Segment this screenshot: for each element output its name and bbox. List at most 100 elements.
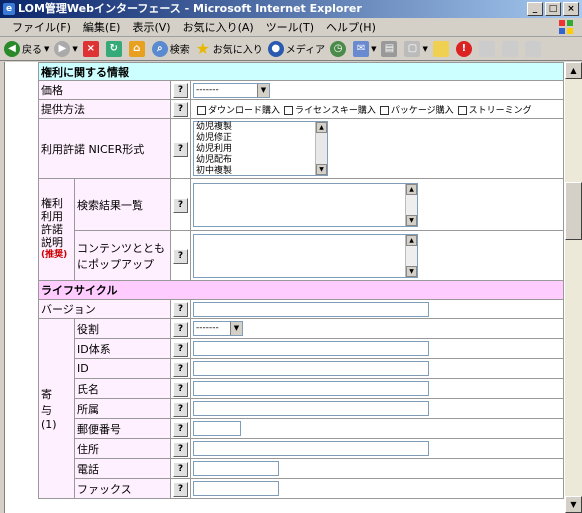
close-button[interactable]: × xyxy=(563,2,579,16)
method-streaming-checkbox[interactable] xyxy=(457,105,467,115)
scrollbar-thumb[interactable] xyxy=(565,182,582,240)
license-label: 利用許諾 NICER形式 xyxy=(38,118,171,179)
print-button[interactable]: ▤ xyxy=(381,39,399,59)
textarea-scrollbar[interactable]: ▲ ▼ xyxy=(405,183,417,226)
stop-button[interactable]: × xyxy=(82,39,101,59)
ie-logo-icon: e xyxy=(3,3,15,15)
affiliation-label: 所属 xyxy=(74,398,171,419)
scroll-down-icon[interactable]: ▼ xyxy=(406,265,417,277)
price-select[interactable]: ------- ▼ xyxy=(193,82,270,98)
method-package-checkbox[interactable] xyxy=(379,105,389,115)
scroll-down-icon[interactable]: ▼ xyxy=(316,164,327,175)
menu-view[interactable]: 表示(V) xyxy=(126,19,176,35)
search-button[interactable]: ⌕ 検索 xyxy=(151,39,190,59)
license-listbox[interactable]: 幼児複製 幼児修正 幼児利用 幼児配布 初中複製 ▲ ▼ xyxy=(193,121,328,176)
postal-code-help-button[interactable]: ? xyxy=(173,421,188,437)
minimize-button[interactable]: _ xyxy=(527,2,543,16)
list-item[interactable]: 幼児利用 xyxy=(194,144,327,155)
back-button[interactable]: ◀ 戻る ▼ xyxy=(4,39,49,59)
role-select[interactable]: ------- ▼ xyxy=(193,321,243,336)
name-input[interactable] xyxy=(193,381,429,396)
history-button[interactable]: ◷ xyxy=(330,39,348,59)
history-icon: ◷ xyxy=(330,40,347,57)
info-icon: ! xyxy=(455,40,472,57)
menu-edit[interactable]: 編集(E) xyxy=(77,19,127,35)
contrib-label: 寄与(1) xyxy=(38,318,75,499)
address-help-button[interactable]: ? xyxy=(173,441,188,457)
license-listbox-scrollbar[interactable]: ▲ ▼ xyxy=(315,122,327,175)
folder-icon xyxy=(432,40,449,57)
home-button[interactable]: ⌂ xyxy=(128,39,147,59)
back-arrow-icon: ◀ xyxy=(4,40,20,57)
id-scheme-help-button[interactable]: ? xyxy=(173,341,188,357)
textarea-scrollbar[interactable]: ▲ ▼ xyxy=(405,234,417,277)
desc-list-help-button[interactable]: ? xyxy=(173,197,188,213)
edit-button[interactable]: ▢ ▼ xyxy=(404,39,428,59)
name-help-button[interactable]: ? xyxy=(173,381,188,397)
fax-label: ファックス xyxy=(74,478,171,499)
phone-help-button[interactable]: ? xyxy=(173,461,188,477)
media-button[interactable]: ● メディア xyxy=(267,39,325,59)
scroll-up-icon[interactable]: ▲ xyxy=(406,183,417,195)
license-help-button[interactable]: ? xyxy=(173,141,188,157)
desc-popup-help-button[interactable]: ? xyxy=(173,248,188,264)
role-label: 役割 xyxy=(74,318,171,339)
desc-popup-textarea[interactable]: ▲ ▼ xyxy=(193,233,418,278)
tool-button-3[interactable] xyxy=(524,39,543,59)
price-label: 価格 xyxy=(38,80,171,100)
document-icon xyxy=(501,40,518,57)
id-help-button[interactable]: ? xyxy=(173,361,188,377)
address-input[interactable] xyxy=(193,441,429,456)
desc-list-textarea[interactable]: ▲ ▼ xyxy=(193,182,418,227)
tool-button-1[interactable] xyxy=(478,39,497,59)
scroll-up-icon[interactable]: ▲ xyxy=(316,122,327,133)
postal-code-input[interactable] xyxy=(193,421,241,436)
document-icon xyxy=(524,40,541,57)
list-item[interactable]: 初中複製 xyxy=(194,166,327,177)
fax-help-button[interactable]: ? xyxy=(173,481,188,497)
menu-help[interactable]: ヘルプ(H) xyxy=(320,19,382,35)
favorites-button[interactable]: ★ お気に入り xyxy=(195,39,263,59)
tool-button-2[interactable] xyxy=(501,39,520,59)
id-scheme-input[interactable] xyxy=(193,341,429,356)
role-help-button[interactable]: ? xyxy=(173,321,188,337)
name-label: 氏名 xyxy=(74,378,171,399)
scroll-up-icon[interactable]: ▲ xyxy=(406,234,417,246)
method-license-checkbox[interactable] xyxy=(284,105,294,115)
menu-file[interactable]: ファイル(F) xyxy=(6,19,77,35)
price-help-button[interactable]: ? xyxy=(173,83,188,98)
desc-list-label: 検索結果一覧 xyxy=(74,178,171,231)
chevron-down-icon: ▼ xyxy=(230,322,242,335)
affiliation-input[interactable] xyxy=(193,401,429,416)
menu-favorites[interactable]: お気に入り(A) xyxy=(177,19,260,35)
page-scrollbar[interactable]: ▲ ▼ xyxy=(565,62,582,513)
edit-icon: ▢ xyxy=(404,40,421,57)
mail-button[interactable]: ✉ ▼ xyxy=(353,39,376,59)
folder-button[interactable] xyxy=(432,39,451,59)
list-item[interactable]: 幼児配布 xyxy=(194,155,327,166)
list-item[interactable]: 幼児修正 xyxy=(194,133,327,144)
info-button[interactable]: ! xyxy=(455,39,474,59)
method-download-checkbox[interactable] xyxy=(197,105,206,115)
windows-logo-icon xyxy=(559,20,573,34)
id-scheme-label: ID体系 xyxy=(74,338,171,359)
print-icon: ▤ xyxy=(381,40,398,57)
refresh-button[interactable]: ↻ xyxy=(105,39,124,59)
affiliation-help-button[interactable]: ? xyxy=(173,401,188,417)
phone-label: 電話 xyxy=(74,458,171,479)
version-input[interactable] xyxy=(193,301,429,317)
list-item[interactable]: 幼児複製 xyxy=(194,122,327,133)
rights-table: 権利に関する情報 価格 ? ------- ▼ 提供方法 ? ダウンロード購入 ライ… xyxy=(38,62,564,499)
forward-button[interactable]: ▶ ▼ xyxy=(54,39,78,59)
id-input[interactable] xyxy=(193,361,429,376)
phone-input[interactable] xyxy=(193,461,279,476)
maximize-button[interactable]: □ xyxy=(545,2,561,16)
scroll-down-icon[interactable]: ▼ xyxy=(406,214,417,226)
scroll-up-icon[interactable]: ▲ xyxy=(565,62,582,79)
fax-input[interactable] xyxy=(193,481,279,496)
version-help-button[interactable]: ? xyxy=(173,302,188,317)
scroll-down-icon[interactable]: ▼ xyxy=(565,496,582,513)
method-help-button[interactable]: ? xyxy=(173,102,188,117)
version-label: バージョン xyxy=(38,299,171,319)
menu-tools[interactable]: ツール(T) xyxy=(260,19,320,35)
